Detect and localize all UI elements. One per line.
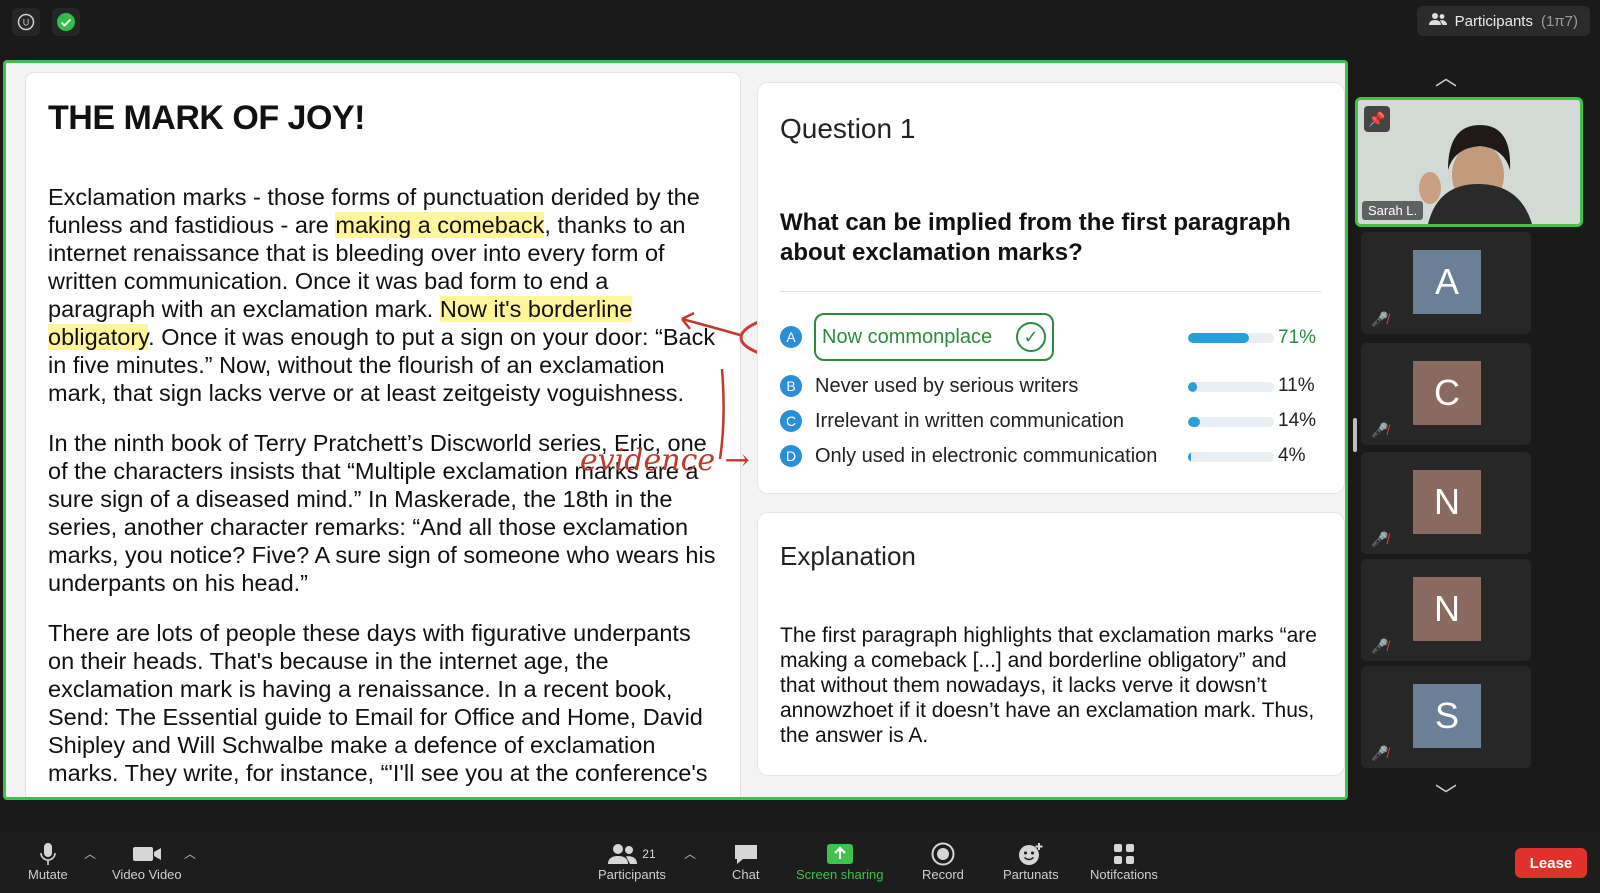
explanation-text: The first paragraph highlights that excl… [780, 624, 1317, 747]
option-percent: 4% [1278, 445, 1306, 466]
muted-mic-icon: 🎤̸ [1371, 638, 1389, 654]
question-card: Question 1 What can be implied from the … [758, 83, 1344, 493]
avatar: N [1413, 470, 1481, 534]
muted-mic-icon: 🎤̸ [1371, 745, 1389, 761]
record-button[interactable]: Record [922, 841, 964, 882]
result-bar [1188, 333, 1274, 343]
notifications-label: Notifcations [1090, 867, 1158, 882]
participants-pill-label: Participants [1454, 12, 1533, 30]
mute-options-caret-icon[interactable]: ︿ [84, 845, 96, 862]
chat-label: Chat [732, 867, 760, 882]
record-icon [931, 841, 955, 867]
option-percent: 11% [1278, 375, 1315, 396]
participants-label: Participants [598, 867, 666, 882]
self-video-name: Sarah L. [1362, 201, 1424, 220]
participants-pill[interactable]: Participants (1π7) [1416, 6, 1590, 36]
meeting-toolbar: Mutate ︿ Video Video ︿ 21 Participants ︿… [0, 833, 1600, 893]
leave-button[interactable]: Lease [1515, 848, 1587, 878]
question-number: Question 1 [780, 113, 916, 144]
muted-mic-icon: 🎤̸ [1371, 311, 1389, 327]
notifications-button[interactable]: Notifcations [1090, 841, 1158, 882]
share-screen-icon [826, 841, 854, 867]
screen-share-label: Screen sharing [796, 867, 884, 882]
microphone-icon [40, 841, 56, 867]
avatar: S [1413, 684, 1481, 748]
explanation-card: Explanation The first paragraph highligh… [758, 513, 1344, 775]
mute-button[interactable]: Mutate [28, 841, 68, 882]
checkmark-icon: ✓ [1016, 322, 1046, 352]
top-bar: U Participants (1π7) [0, 0, 1600, 50]
participants-icon: 21 [608, 841, 656, 867]
question-text: What can be implied from the first parag… [780, 209, 1291, 266]
option-label: Irrelevant in written communication [815, 409, 1125, 432]
shared-screen: THE MARK OF JOY! Exclamation marks - tho… [3, 60, 1348, 800]
people-icon [1428, 12, 1447, 30]
result-bar-fill [1188, 452, 1192, 462]
video-options-caret-icon[interactable]: ︿ [184, 845, 196, 862]
option-percent: 71% [1278, 327, 1317, 348]
scroll-down-chevron-icon[interactable]: ﹀ [1435, 778, 1457, 810]
participant-tile[interactable]: C 🎤̸ [1361, 343, 1531, 445]
reactions-button[interactable]: Partunats [1003, 841, 1059, 882]
option-label: Only used in electronic communication [815, 444, 1158, 467]
avatar: C [1413, 361, 1481, 425]
emoji-plus-icon [1018, 841, 1044, 867]
avatar: N [1413, 577, 1481, 641]
pin-icon[interactable]: 📌 [1364, 106, 1390, 132]
mute-label: Mutate [28, 867, 68, 882]
participants-button[interactable]: 21 Participants [598, 841, 666, 882]
video-camera-icon [132, 841, 162, 867]
chat-bubble-icon [733, 841, 759, 867]
result-bar [1188, 452, 1274, 462]
self-video-tile[interactable]: 📌 Sarah L. [1355, 97, 1583, 227]
video-label: Video Video [112, 867, 182, 882]
avatar: A [1413, 250, 1481, 314]
participants-pill-count: (1π7) [1540, 12, 1578, 30]
muted-mic-icon: 🎤̸ [1371, 531, 1389, 547]
record-label: Record [922, 867, 964, 882]
security-check-icon[interactable] [52, 8, 80, 36]
option-label: Now commonplace [822, 325, 993, 348]
result-bar-fill [1188, 382, 1198, 392]
participant-tile[interactable]: N 🎤̸ [1361, 559, 1531, 661]
option-letter-badge: D [780, 445, 802, 467]
option-label: Never used by serious writers [815, 374, 1079, 397]
video-sidebar: ︿ 📌 Sarah L. A 🎤̸ C 🎤̸ N 🎤̸ N 🎤̸ S 🎤̸ ﹀ [1355, 60, 1600, 808]
result-bar [1188, 382, 1274, 392]
muted-mic-icon: 🎤̸ [1371, 422, 1389, 438]
reactions-label: Partunats [1003, 867, 1059, 882]
participant-tile[interactable]: N 🎤̸ [1361, 452, 1531, 554]
participant-tile[interactable]: A 🎤̸ [1361, 232, 1531, 334]
divider [780, 291, 1322, 292]
option-letter-badge: C [780, 410, 802, 432]
correct-answer-box[interactable]: Now commonplace ✓ [814, 313, 1054, 361]
result-bar [1188, 417, 1274, 427]
participants-options-caret-icon[interactable]: ︿ [684, 845, 696, 862]
option-letter-badge: A [780, 326, 802, 348]
explanation-title: Explanation [780, 541, 916, 571]
svg-text:U: U [23, 18, 30, 28]
screen-share-button[interactable]: Screen sharing [796, 841, 883, 882]
result-bar-fill [1188, 417, 1201, 427]
scroll-up-chevron-icon[interactable]: ︿ [1435, 60, 1457, 92]
option-letter-badge: B [780, 375, 802, 397]
chat-button[interactable]: Chat [732, 841, 759, 882]
participants-count: 21 [642, 847, 656, 861]
result-bar-fill [1188, 333, 1250, 343]
apps-grid-icon [1113, 841, 1135, 867]
option-percent: 14% [1278, 410, 1317, 431]
participant-tile[interactable]: S 🎤̸ [1361, 666, 1531, 768]
meeting-info-icon[interactable]: U [12, 8, 40, 36]
video-button[interactable]: Video Video [112, 841, 182, 882]
